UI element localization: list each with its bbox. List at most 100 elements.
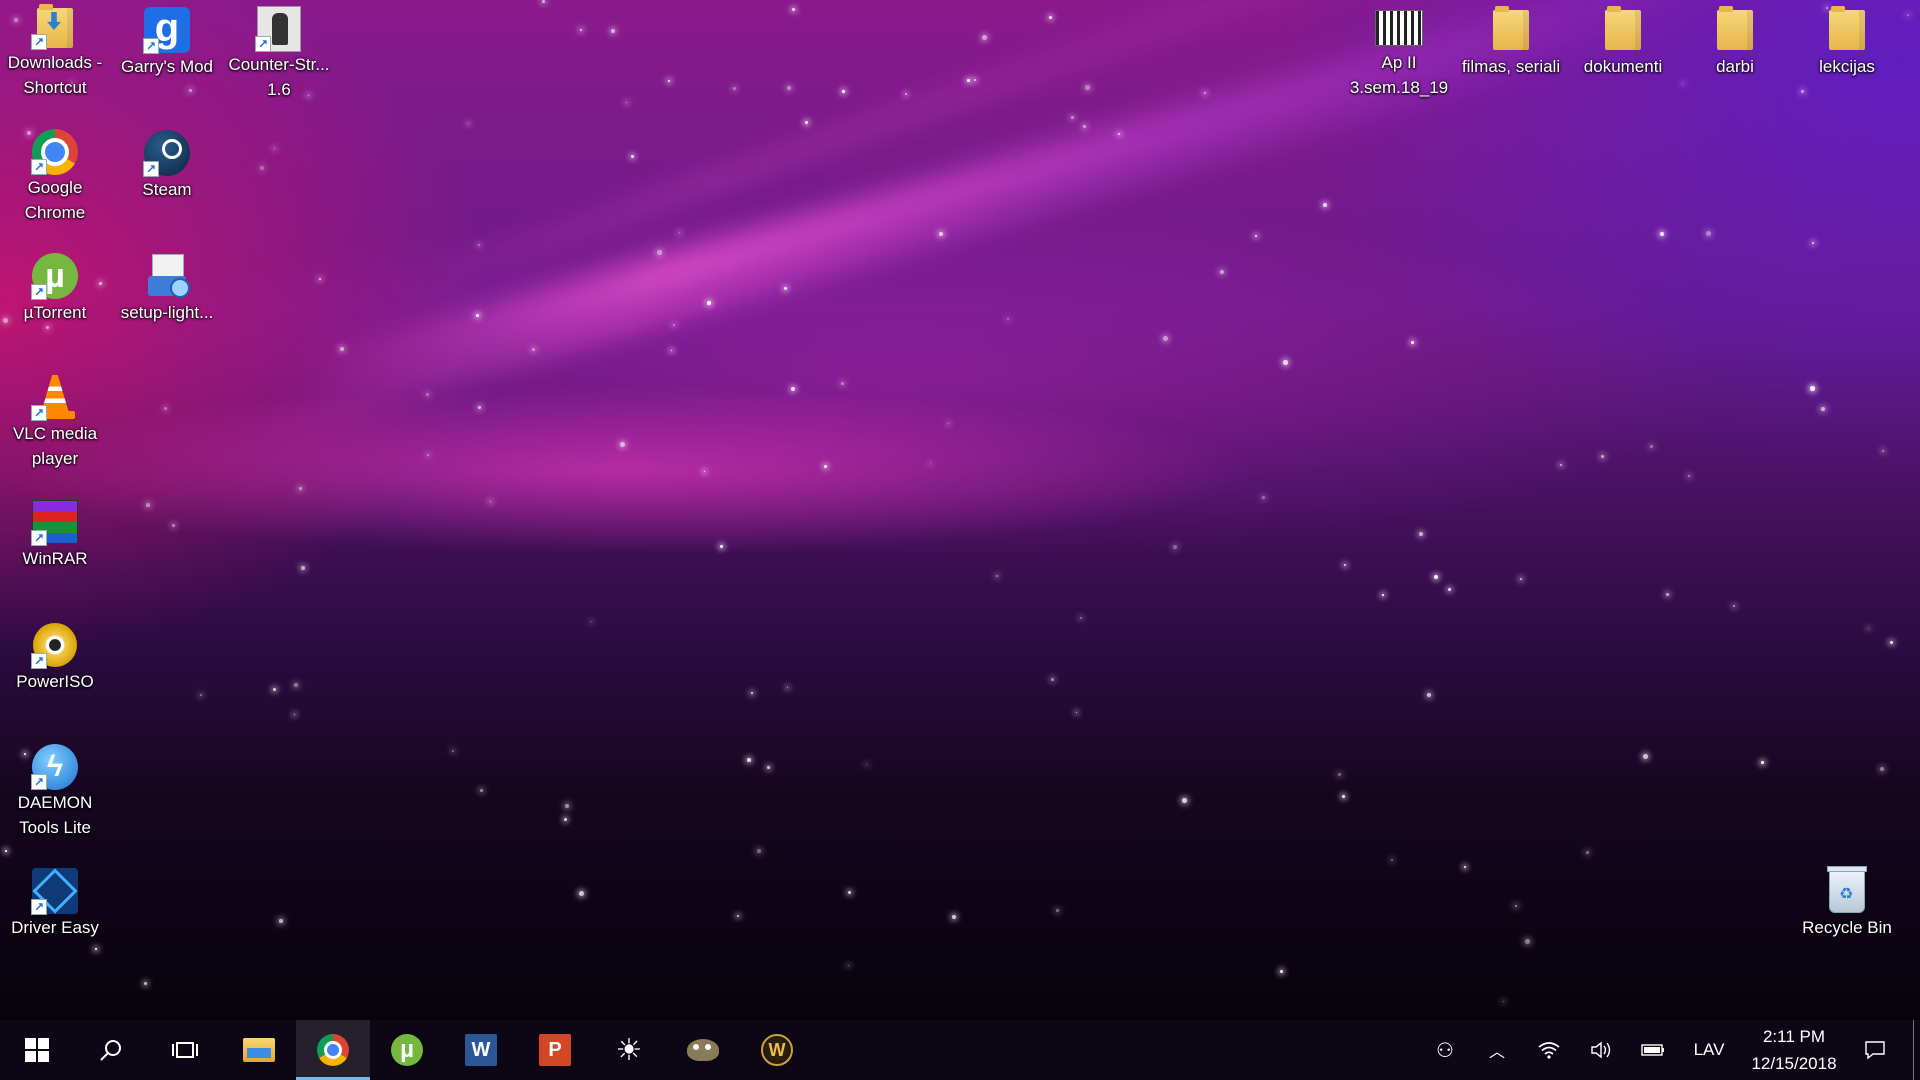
star (564, 818, 568, 822)
star (1464, 866, 1467, 869)
gimp-icon (687, 1039, 719, 1061)
counter-strike-icon-item[interactable]: ↗ Counter-Str... 1.6 (225, 0, 333, 100)
star (792, 8, 795, 11)
star (671, 350, 673, 352)
star (319, 278, 321, 280)
desktop-icon-label: Steam (142, 180, 192, 199)
star (1882, 450, 1884, 452)
star (996, 575, 998, 577)
task-view-button[interactable] (148, 1020, 222, 1080)
utorrent-taskbar-button[interactable]: µ (370, 1020, 444, 1080)
steam-icon-item[interactable]: ↗ Steam (113, 123, 221, 223)
star (427, 454, 429, 456)
search-icon (100, 1040, 121, 1061)
star (591, 621, 593, 623)
star (982, 35, 987, 40)
star (1344, 564, 1347, 567)
warcraft-taskbar-button[interactable]: W (740, 1020, 814, 1080)
show-hidden-icons-button[interactable]: ︿ (1471, 1020, 1523, 1080)
lekcijas-icon-item[interactable]: lekcijas (1793, 0, 1901, 100)
star (952, 915, 956, 919)
driver-easy-icon-item[interactable]: ↗ Driver Easy (1, 861, 109, 961)
darbi-icon-item[interactable]: darbi (1681, 0, 1789, 100)
poweriso-icon-item[interactable]: ↗ PowerISO (1, 615, 109, 715)
gimp-taskbar-button[interactable] (666, 1020, 740, 1080)
show-desktop-button[interactable] (1913, 1020, 1920, 1080)
desktop-icon-label: DAEMON Tools Lite (17, 793, 93, 837)
star (1880, 767, 1885, 772)
downloads-shortcut-icon-item[interactable]: ↗ Downloads - Shortcut (1, 0, 109, 100)
star (294, 683, 298, 687)
word-taskbar-button[interactable]: W (444, 1020, 518, 1080)
desktop-icon-label: Counter-Str... 1.6 (228, 55, 330, 99)
desktop-icon-label: PowerISO (16, 672, 94, 691)
star (767, 766, 771, 770)
google-chrome-icon-item[interactable]: ↗ Google Chrome (1, 123, 109, 223)
battery-button[interactable] (1627, 1020, 1679, 1080)
star (657, 250, 662, 255)
network-button[interactable] (1523, 1020, 1575, 1080)
star (626, 102, 628, 104)
star (1560, 464, 1563, 467)
setup-light-icon-item[interactable]: setup-light... (113, 246, 221, 346)
shortcut-arrow-icon: ↗ (143, 38, 159, 54)
file-explorer-button[interactable] (222, 1020, 296, 1080)
installer-icon (148, 254, 190, 298)
star (1280, 970, 1283, 973)
start-button[interactable] (0, 1020, 74, 1080)
star (146, 503, 150, 507)
battery-charging-icon (1641, 1044, 1664, 1056)
search-button[interactable] (74, 1020, 148, 1080)
star (1056, 909, 1059, 912)
star (787, 687, 789, 689)
star (1083, 125, 1087, 129)
desktop-icon-label: Recycle Bin (1802, 918, 1892, 937)
star (1204, 92, 1207, 95)
star (679, 232, 681, 234)
desktop-icon-label: µTorrent (23, 303, 87, 322)
star (1049, 16, 1052, 19)
star (426, 393, 429, 396)
star (294, 714, 296, 716)
brightness-taskbar-button[interactable]: ☀ (592, 1020, 666, 1080)
utorrent-icon-item[interactable]: µ ↗ µTorrent (1, 246, 109, 346)
clock[interactable]: 2:11 PM 12/15/2018 (1739, 1023, 1849, 1077)
folder-icon (1717, 6, 1753, 50)
winrar-icon-item[interactable]: ↗ WinRAR (1, 492, 109, 592)
star (668, 80, 671, 83)
star (611, 29, 615, 33)
vlc-icon-item[interactable]: ↗ VLC media player (1, 369, 109, 469)
shortcut-arrow-icon: ↗ (31, 899, 47, 915)
dokumenti-icon-item[interactable]: dokumenti (1569, 0, 1677, 100)
garrys-mod-icon-item[interactable]: g ↗ Garry's Mod (113, 0, 221, 100)
shortcut-arrow-icon: ↗ (31, 34, 47, 50)
chrome-taskbar-button[interactable] (296, 1020, 370, 1080)
input-language-indicator[interactable]: LAV (1679, 1040, 1739, 1060)
star (1051, 678, 1054, 681)
star (301, 566, 305, 570)
shortcut-arrow-icon: ↗ (31, 284, 47, 300)
task-view-icon (172, 1042, 198, 1058)
volume-button[interactable] (1575, 1020, 1627, 1080)
desktop-icon-label: Ap II 3.sem.18_19 (1349, 53, 1449, 97)
filmas-seriali-icon-item[interactable]: filmas, seriali (1457, 0, 1565, 100)
star (1182, 798, 1187, 803)
star (579, 891, 584, 896)
recycle-bin-icon-item[interactable]: ♻ Recycle Bin (1793, 861, 1901, 961)
people-button[interactable]: ⚇ (1419, 1020, 1471, 1080)
ap-ii-icon-item[interactable]: Ap II 3.sem.18_19 (1345, 0, 1453, 100)
action-center-button[interactable] (1849, 1020, 1901, 1080)
star (452, 750, 455, 753)
star (631, 155, 635, 159)
star (1520, 578, 1522, 580)
star (866, 764, 868, 766)
star (1220, 270, 1224, 274)
speaker-icon (1591, 1041, 1611, 1059)
star (848, 965, 850, 967)
powerpoint-taskbar-button[interactable]: P (518, 1020, 592, 1080)
star (791, 387, 796, 392)
star (1643, 754, 1648, 759)
star (542, 0, 545, 3)
daemon-tools-icon-item[interactable]: ϟ ↗ DAEMON Tools Lite (1, 738, 109, 838)
sun-icon: ☀ (615, 1033, 643, 1067)
